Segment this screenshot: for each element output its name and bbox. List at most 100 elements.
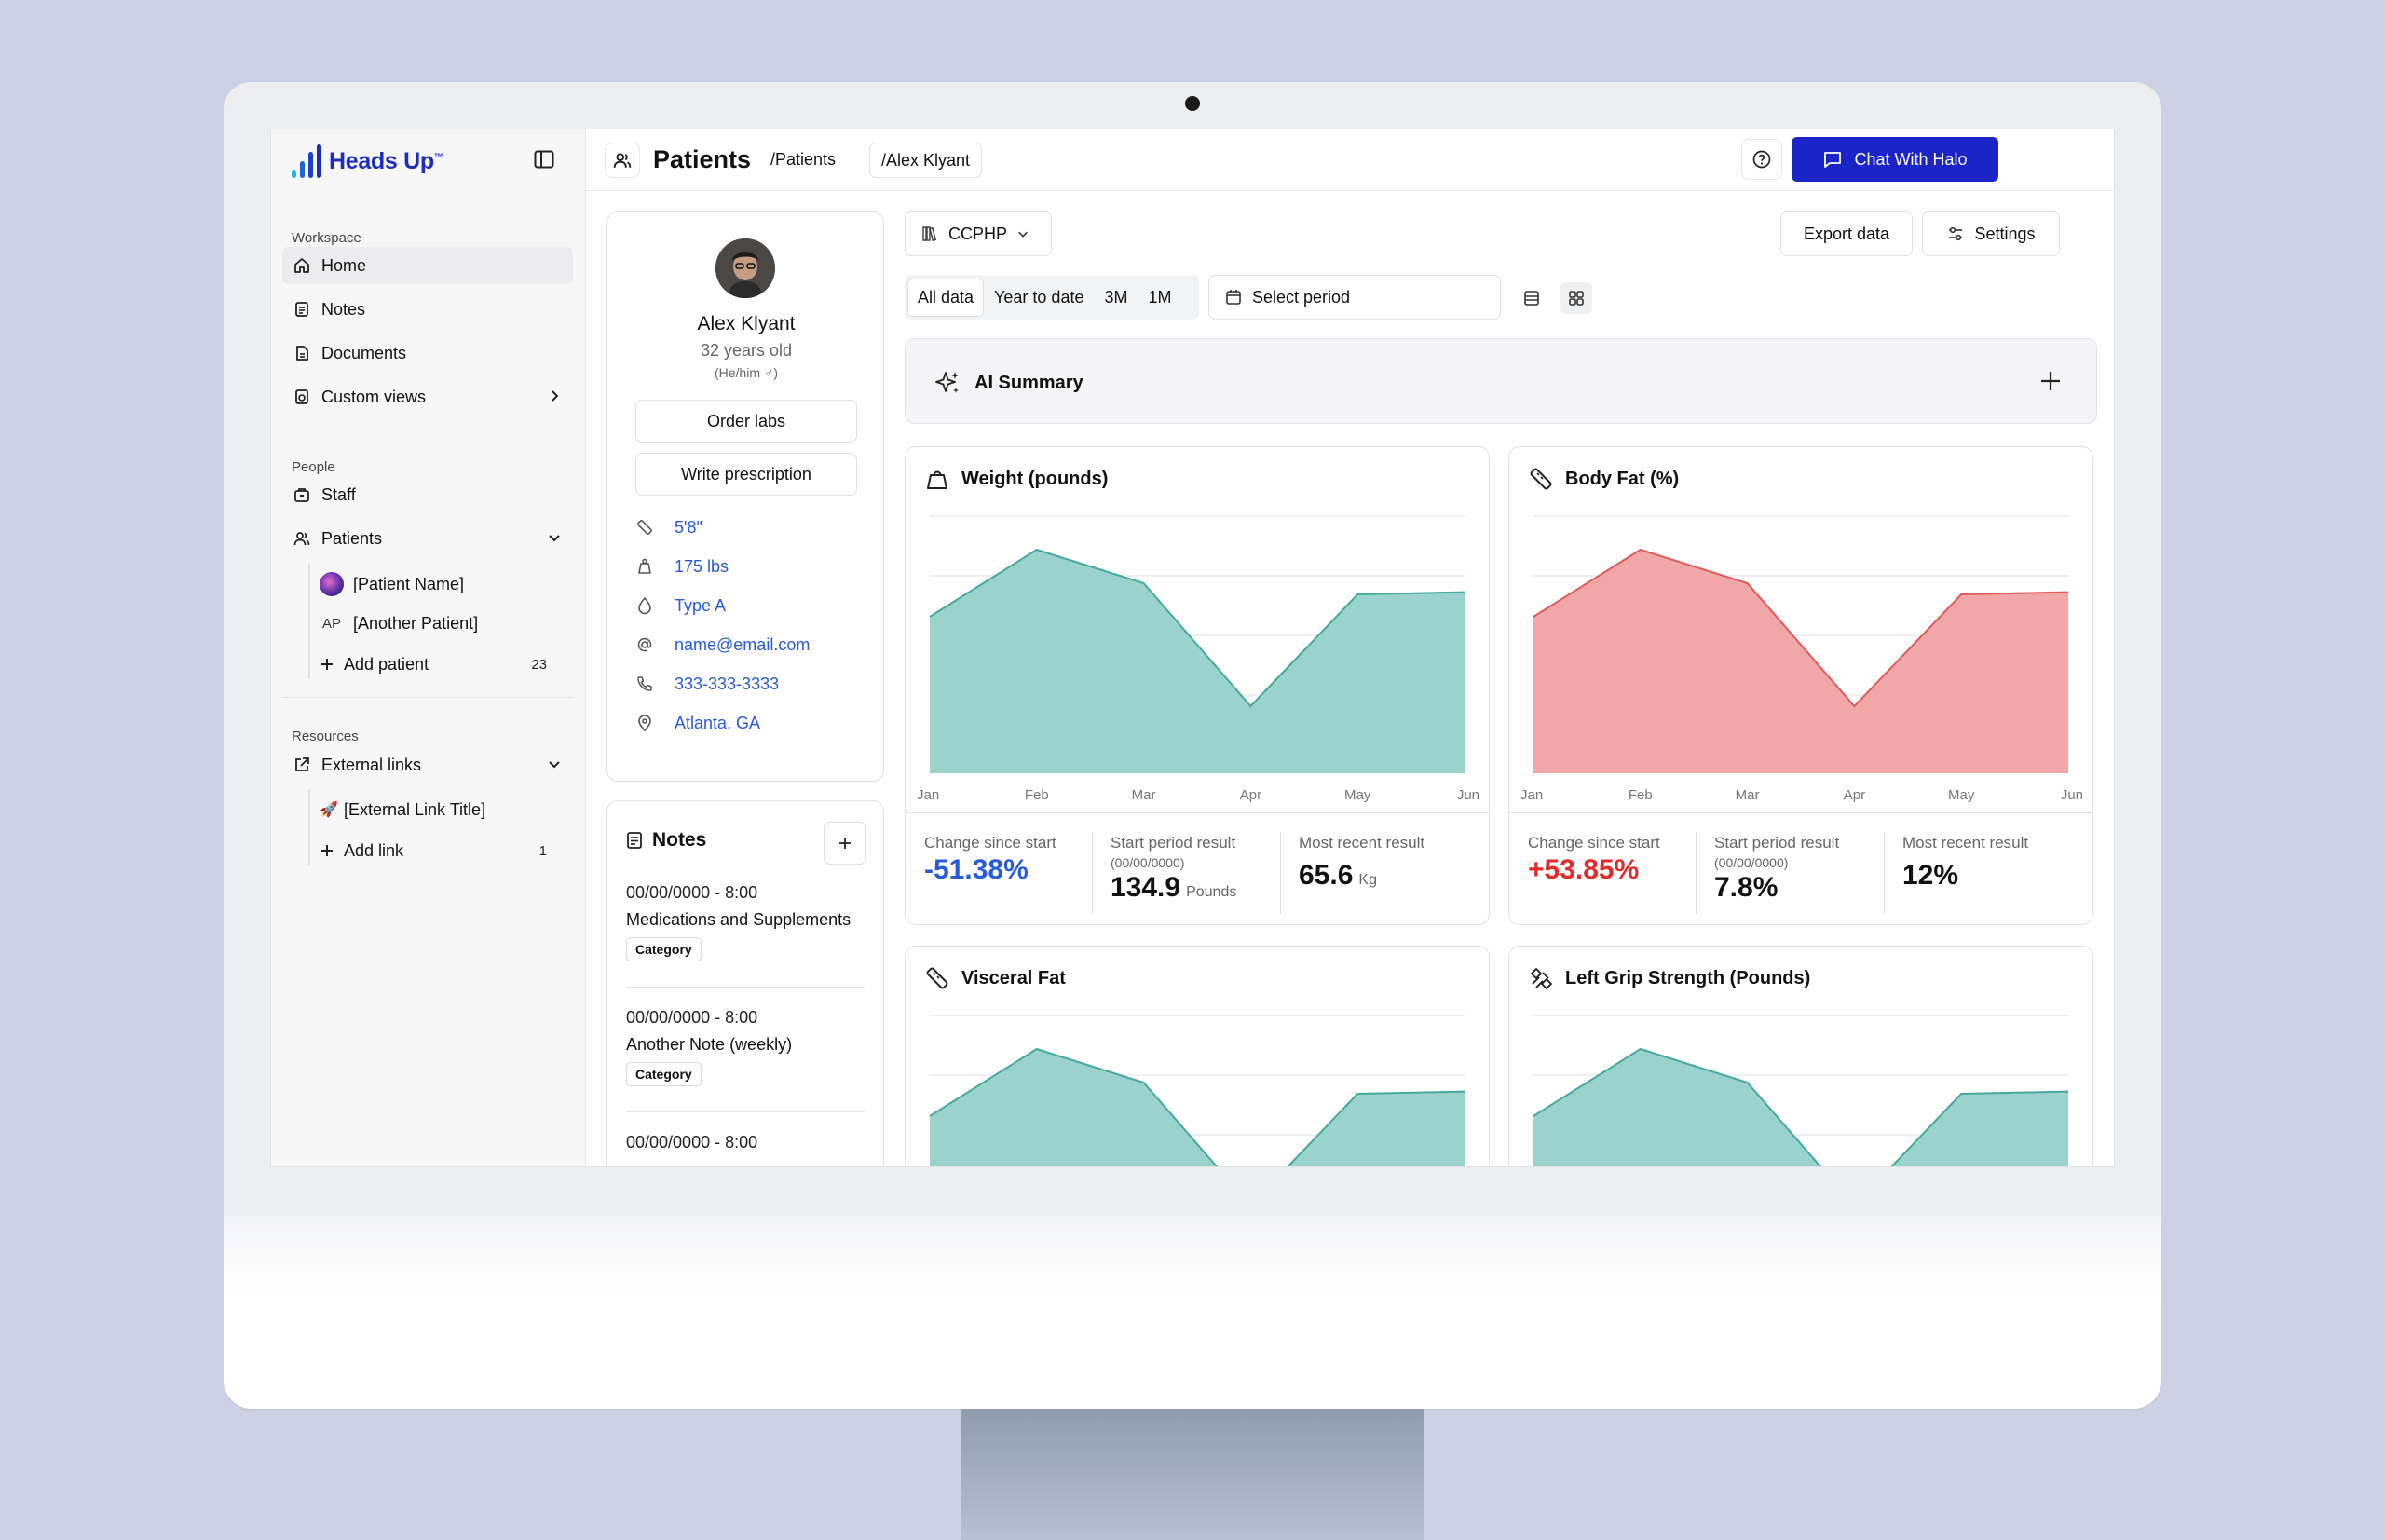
books-icon <box>922 226 937 242</box>
stat-recent: Most recent result 12% <box>1902 834 2029 891</box>
patient-initials: AP <box>321 615 341 632</box>
chat-with-halo-button[interactable]: Chat With Halo <box>1792 137 1998 182</box>
settings-label: Settings <box>1974 224 2036 243</box>
breadcrumb-patients[interactable]: /Patients <box>770 150 836 170</box>
notes-icon <box>627 832 642 849</box>
change-value: -51.38% <box>924 854 1029 885</box>
start-value: 7.8% <box>1714 872 1779 903</box>
range-tab-year-to-date[interactable]: Year to date <box>985 279 1093 316</box>
monitor-stand <box>961 1409 1424 1540</box>
sidebar-item-label: Patients <box>321 528 383 548</box>
brand-trademark: ™ <box>433 152 443 163</box>
document-icon <box>296 346 308 361</box>
export-data-button[interactable]: Export data <box>1780 211 1913 256</box>
sidebar-item-label: Home <box>321 255 367 275</box>
program-select[interactable]: CCPHP <box>905 211 1052 256</box>
external-link-item[interactable]: 🚀 [External Link Title] <box>320 792 564 827</box>
x-tick-label: Jun <box>2061 787 2083 803</box>
help-icon <box>1752 150 1771 169</box>
brand-logo[interactable]: Heads Up™ <box>292 141 443 182</box>
sidebar-item-patients[interactable]: Patients <box>282 520 573 557</box>
page-title: Patients <box>653 145 752 173</box>
stat-start: Start period result (00/00/0000) 134.9 Po… <box>1111 834 1237 903</box>
select-period-input[interactable]: Select period <box>1208 275 1501 320</box>
sidebar-item-label: Documents <box>321 343 407 362</box>
monitor-chin <box>224 1216 2161 1300</box>
x-tick-label: Mar <box>1132 787 1156 803</box>
range-tab-3m[interactable]: 3M <box>1095 279 1137 316</box>
help-button[interactable] <box>1741 139 1782 180</box>
section-label-people: People <box>292 459 335 475</box>
sidebar-item-label: External links <box>321 755 422 774</box>
tree-line <box>308 564 310 679</box>
notes-icon <box>295 302 308 317</box>
breadcrumb-current[interactable]: /Alex Klyant <box>869 143 983 178</box>
range-tab-1m[interactable]: 1M <box>1138 279 1180 316</box>
body-fat-area-chart: Jan Feb Mar Apr May Jun <box>1520 515 2083 803</box>
sidebar-item-staff[interactable]: Staff <box>282 476 573 513</box>
note-item[interactable]: 00/00/0000 - 8:00 Medications and Supple… <box>626 883 865 961</box>
info-weight: 175 lbs <box>635 553 729 579</box>
add-patient-button[interactable]: Add patient 23 <box>320 647 564 682</box>
start-value: 134.9 <box>1111 872 1181 903</box>
settings-button[interactable]: Settings <box>1922 211 2060 256</box>
note-item[interactable]: 00/00/0000 - 8:00 <box>626 1133 865 1152</box>
x-tick-label: Jun <box>1457 787 1479 803</box>
weight-chart-card: Weight (pounds) Jan Feb Mar Apr May Jun Chang… <box>905 446 1490 925</box>
note-date: 00/00/0000 - 8:00 <box>626 1008 758 1027</box>
chart-title: Left Grip Strength (Pounds) <box>1565 967 1811 988</box>
patient-list-item[interactable]: AP [Another Patient] <box>320 606 564 641</box>
chart-stats: Change since start -51.38% Start period … <box>906 812 1489 924</box>
select-period-label: Select period <box>1252 287 1351 307</box>
patient-age: 32 years old <box>700 341 793 360</box>
grid-view-icon <box>1569 291 1584 306</box>
patient-name: [Patient Name] <box>353 574 465 593</box>
order-labs-button[interactable]: Order labs <box>635 400 857 443</box>
sidebar-item-notes[interactable]: Notes <box>282 291 573 328</box>
chart-title: Visceral Fat <box>961 967 1066 988</box>
sidebar-item-documents[interactable]: Documents <box>282 334 573 372</box>
info-email[interactable]: name@email.com <box>635 632 810 658</box>
grid-view-button[interactable] <box>1560 282 1592 314</box>
chart-title: Weight (pounds) <box>961 468 1109 489</box>
start-unit: Pounds <box>1186 884 1237 900</box>
calendar-icon <box>1226 290 1241 305</box>
info-phone[interactable]: 333-333-3333 <box>635 671 779 697</box>
chevron-right-icon <box>552 390 559 402</box>
note-divider <box>626 987 865 988</box>
ai-summary-title: AI Summary <box>974 372 1083 393</box>
patient-name: [Another Patient] <box>353 613 479 633</box>
range-tab-all-data[interactable]: All data <box>908 279 984 316</box>
write-prescription-button[interactable]: Write prescription <box>635 453 857 496</box>
camera-dot <box>1185 96 1200 111</box>
note-title: Medications and Supplements <box>626 910 852 929</box>
stat-change: Change since start -51.38% <box>924 834 1056 885</box>
sidebar-item-custom-views[interactable]: Custom views <box>282 378 573 416</box>
external-link-icon <box>295 757 309 771</box>
list-view-button[interactable] <box>1516 282 1547 314</box>
top-bar: Patients /Patients /Alex Klyant Chat Wit… <box>586 129 2114 191</box>
app-screen: Heads Up™ Workspace Home Notes Documents… <box>270 129 2115 1167</box>
visceral-fat-area-chart: JanFebMarAprMayJun <box>929 1015 1465 1166</box>
drop-icon <box>638 596 651 615</box>
sidebar-item-external-links[interactable]: External links <box>282 746 573 784</box>
sidebar-item-label: Custom views <box>321 387 427 406</box>
expand-plus-icon[interactable] <box>2038 369 2063 393</box>
note-date: 00/00/0000 - 8:00 <box>626 1133 758 1152</box>
patient-list-item[interactable]: [Patient Name] <box>320 566 564 602</box>
note-item[interactable]: 00/00/0000 - 8:00 Another Note (weekly) … <box>626 1008 865 1086</box>
chart-stats: Change since start +53.85% Start period … <box>1509 812 2092 924</box>
sidebar-item-home[interactable]: Home <box>282 247 573 284</box>
sliders-icon <box>1949 226 1963 241</box>
rocket-icon: 🚀 <box>320 802 338 818</box>
sidebar-toggle-icon[interactable] <box>534 150 556 170</box>
ai-summary-panel[interactable]: AI Summary <box>905 338 2097 424</box>
change-value: +53.85% <box>1528 854 1640 885</box>
home-icon <box>294 258 309 273</box>
add-link-button[interactable]: Add link 1 <box>320 833 564 868</box>
area-fill <box>1533 550 2068 773</box>
add-note-button[interactable] <box>824 822 866 865</box>
brand-name: Heads Up <box>329 147 434 174</box>
custom-views-icon <box>295 389 308 404</box>
note-date: 00/00/0000 - 8:00 <box>626 883 758 902</box>
